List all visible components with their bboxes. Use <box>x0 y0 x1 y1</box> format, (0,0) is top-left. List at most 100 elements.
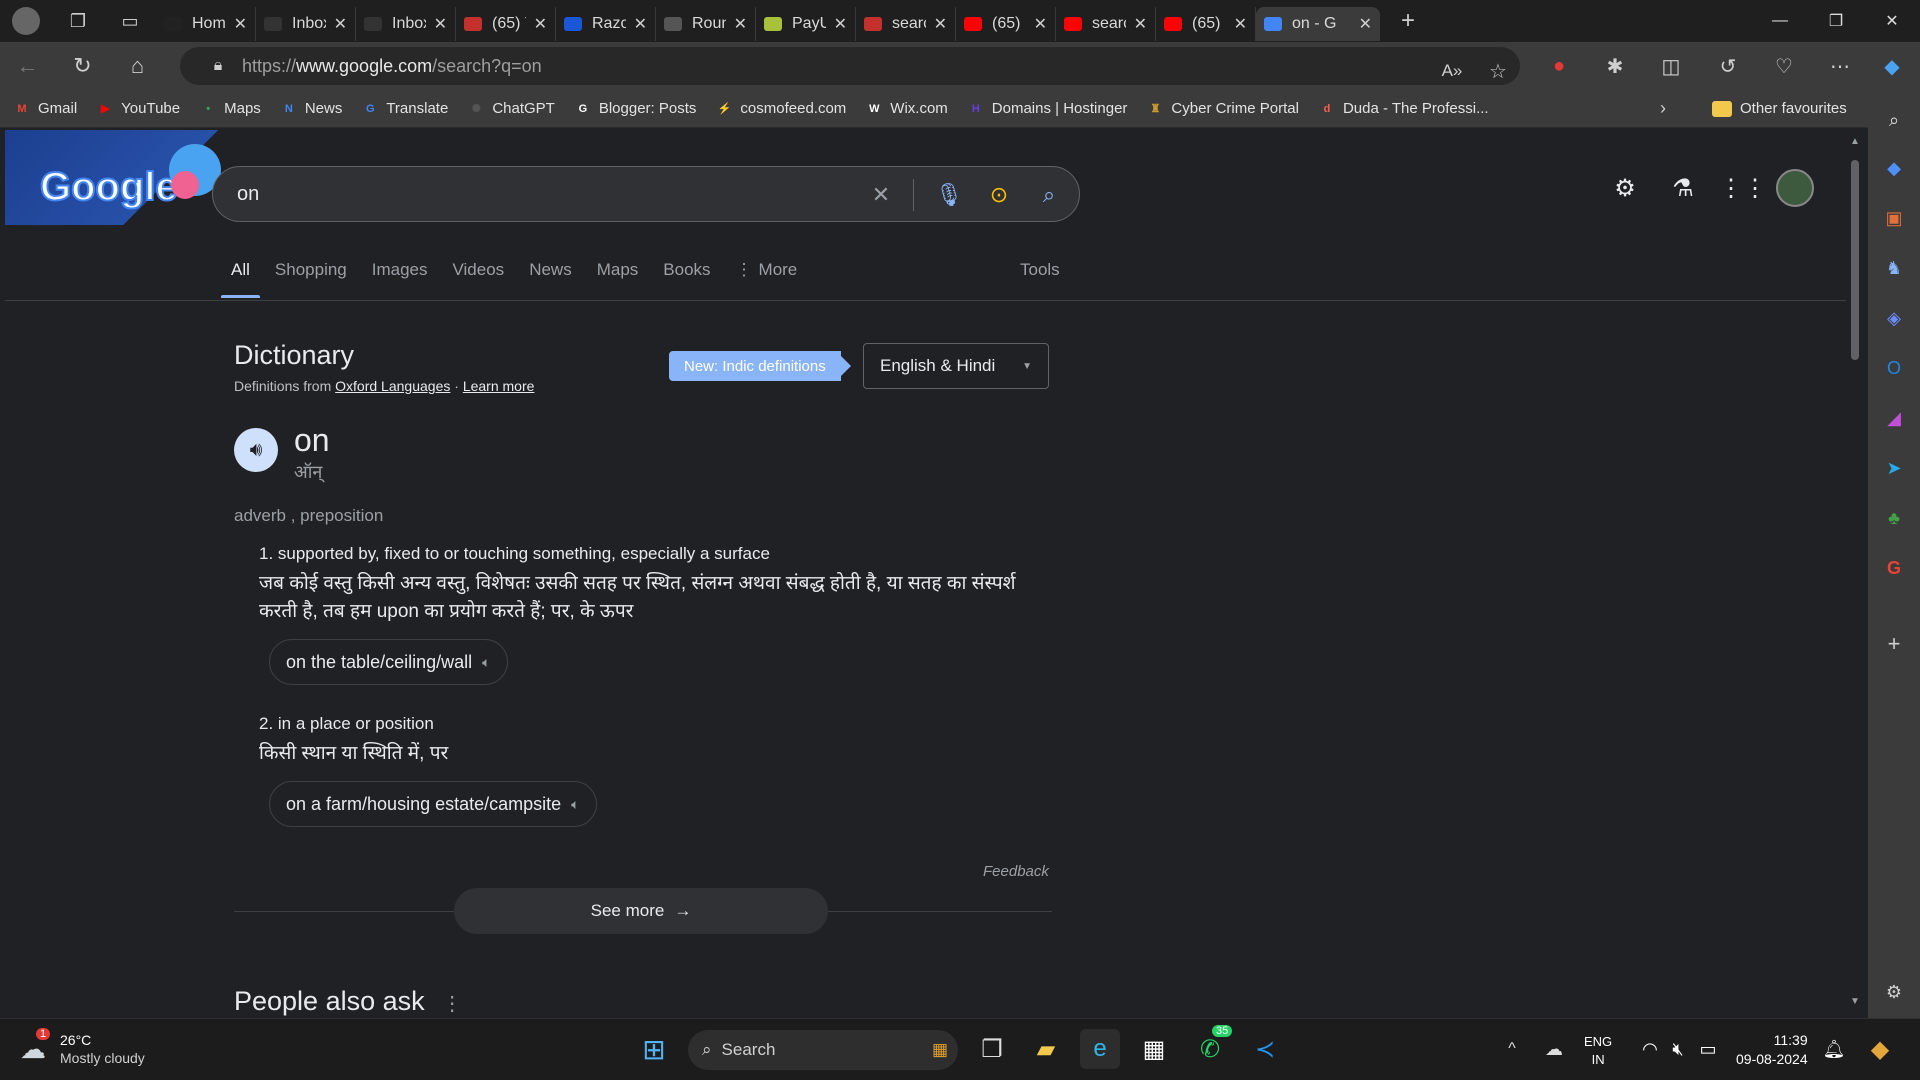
telegram-icon[interactable]: ➤ <box>1880 454 1908 482</box>
close-tab-icon[interactable]: ✕ <box>234 14 247 34</box>
browser-essentials-icon[interactable]: ♡ <box>1762 42 1806 90</box>
tools-button[interactable]: Tools <box>1020 260 1060 280</box>
shopping-tag-icon[interactable]: ◆ <box>1880 154 1908 182</box>
tools-icon[interactable]: ▣ <box>1880 204 1908 232</box>
apps-grid-icon[interactable]: ⋮⋮ <box>1719 168 1767 208</box>
edge-browser-icon[interactable]: e <box>1080 1029 1120 1069</box>
browser-tab[interactable]: (65) D ✕ <box>956 7 1056 41</box>
show-hidden-icons-chevron-icon[interactable]: ^ <box>1492 1029 1532 1069</box>
search-icon[interactable]: ⌕ <box>1880 106 1908 134</box>
task-view-icon[interactable]: ❐ <box>972 1029 1012 1069</box>
tab-all[interactable]: All <box>221 248 260 298</box>
browser-tab[interactable]: Inbox ✕ <box>256 7 356 41</box>
more-options-icon[interactable]: ⋮ <box>442 993 462 1015</box>
tab-images[interactable]: Images <box>372 248 428 292</box>
speaker-icon[interactable]: 🔈︎ <box>571 796 579 813</box>
games-icon[interactable]: ♞ <box>1880 254 1908 282</box>
example-1[interactable]: on the table/ceiling/wall 🔈︎ <box>269 639 508 685</box>
pronunciation-speaker-button[interactable]: 🔊︎ <box>234 428 278 472</box>
history-icon[interactable]: ↺ <box>1706 42 1750 90</box>
home-button[interactable]: ⌂ <box>110 42 165 90</box>
browser-tab[interactable]: Razorp ✕ <box>556 7 656 41</box>
close-tab-icon[interactable]: ✕ <box>1034 14 1047 34</box>
tab-maps[interactable]: Maps <box>597 248 639 292</box>
close-tab-icon[interactable]: ✕ <box>1134 14 1147 34</box>
browser-tab[interactable]: (65) M ✕ <box>1156 7 1256 41</box>
bookmark-item[interactable]: d Duda - The Professi... <box>1319 100 1489 117</box>
browser-tab[interactable]: PayU / ✕ <box>756 7 856 41</box>
vscode-icon[interactable]: ≺ <box>1245 1029 1285 1069</box>
browser-tab[interactable]: search ✕ <box>856 7 956 41</box>
lock-icon[interactable]: 🔒︎ <box>198 57 238 75</box>
onedrive-icon[interactable]: ☁ <box>1534 1029 1574 1069</box>
tab-videos[interactable]: Videos <box>453 248 505 292</box>
page-scrollbar[interactable]: ▲ ▼ <box>1846 130 1864 1018</box>
language-select[interactable]: English & Hindi ▼ <box>863 343 1049 389</box>
browser-tab[interactable]: Inbox ✕ <box>356 7 456 41</box>
tree-icon[interactable]: ♣ <box>1880 504 1908 532</box>
split-screen-icon[interactable]: ◫ <box>1649 42 1693 90</box>
settings-gear-icon[interactable]: ⚙ <box>1605 168 1645 208</box>
bookmark-item[interactable]: G Translate <box>362 100 448 117</box>
tab-news[interactable]: News <box>529 248 572 292</box>
outlook-icon[interactable]: O <box>1880 354 1908 382</box>
file-explorer-icon[interactable]: ▰ <box>1026 1029 1066 1069</box>
back-button[interactable]: ← <box>0 42 55 90</box>
tab-more[interactable]: ⋮ More <box>736 248 798 292</box>
bookmark-item[interactable]: W Wix.com <box>866 100 948 117</box>
minimize-button[interactable]: — <box>1752 0 1808 42</box>
browser-tab[interactable]: (65) Yc ✕ <box>456 7 556 41</box>
scroll-thumb[interactable] <box>1851 160 1859 360</box>
designer-icon[interactable]: ◢ <box>1880 404 1908 432</box>
feedback-link[interactable]: Feedback <box>983 863 1049 880</box>
example-2[interactable]: on a farm/housing estate/campsite 🔈︎ <box>269 781 597 827</box>
browser-tab[interactable]: Round ✕ <box>656 7 756 41</box>
add-sidebar-app-icon[interactable]: + <box>1880 630 1908 658</box>
close-tab-icon[interactable]: ✕ <box>534 14 547 34</box>
restore-button[interactable]: ❐ <box>1808 0 1864 42</box>
copilot-taskbar-icon[interactable]: ◆ <box>1860 1029 1900 1069</box>
learn-more-link[interactable]: Learn more <box>463 378 535 394</box>
copilot-app-icon[interactable]: ◈ <box>1880 304 1908 332</box>
bookmark-item[interactable]: • Maps <box>200 100 261 117</box>
avatar[interactable] <box>1775 168 1815 208</box>
clock[interactable]: 11:39 09-08-2024 <box>1736 1031 1808 1069</box>
search-icon[interactable]: ⌕ <box>1031 177 1067 213</box>
refresh-button[interactable]: ↻ <box>55 42 110 90</box>
lens-camera-icon[interactable]: ⊙ <box>981 177 1017 213</box>
scroll-up-arrow-icon[interactable]: ▲ <box>1850 136 1860 147</box>
search-input[interactable]: on <box>237 183 259 206</box>
new-tab-button[interactable]: + <box>1380 0 1436 42</box>
close-tab-icon[interactable]: ✕ <box>334 14 347 34</box>
more-menu-icon[interactable]: ⋯ <box>1818 42 1862 90</box>
bookmark-item[interactable]: G Blogger: Posts <box>575 100 697 117</box>
bookmark-item[interactable]: ✺ ChatGPT <box>468 100 555 117</box>
extensions-puzzle-icon[interactable]: ✱ <box>1593 42 1637 90</box>
clear-icon[interactable]: ✕ <box>863 177 899 213</box>
read-aloud-icon[interactable]: A» <box>1430 47 1474 95</box>
favorite-star-icon[interactable]: ☆ <box>1476 47 1520 95</box>
browser-tab[interactable]: on - G ✕ <box>1256 7 1380 41</box>
labs-flask-icon[interactable]: ⚗ <box>1663 168 1703 208</box>
bookmark-item[interactable]: M Gmail <box>14 100 77 117</box>
close-tab-icon[interactable]: ✕ <box>734 14 747 34</box>
address-bar[interactable]: 🔒︎ https://www.google.com/search?q=on A»… <box>180 47 1520 85</box>
bookmark-item[interactable]: ♜ Cyber Crime Portal <box>1147 100 1298 117</box>
sidebar-settings-icon[interactable]: ⚙ <box>1880 978 1908 1006</box>
vertical-tabs-icon[interactable]: ▭ <box>104 0 156 42</box>
microsoft-store-icon[interactable]: ▦ <box>1134 1029 1174 1069</box>
bookmark-item[interactable]: ⚡ cosmofeed.com <box>716 100 847 117</box>
bookmark-item[interactable]: ▶ YouTube <box>97 100 180 117</box>
browser-tab[interactable]: search ✕ <box>1056 7 1156 41</box>
see-more-button[interactable]: See more → <box>454 888 828 934</box>
bookmark-item[interactable]: H Domains | Hostinger <box>968 100 1128 117</box>
speaker-icon[interactable]: 🔈︎ <box>482 654 490 671</box>
close-tab-icon[interactable]: ✕ <box>834 14 847 34</box>
microphone-icon[interactable]: 🎙︎ <box>931 177 967 213</box>
close-tab-icon[interactable]: ✕ <box>634 14 647 34</box>
extension-icon[interactable]: ● <box>1537 42 1581 90</box>
tab-books[interactable]: Books <box>663 248 710 292</box>
other-favourites[interactable]: Other favourites <box>1712 100 1847 117</box>
windows-start-icon[interactable]: ⊞ <box>634 1029 674 1069</box>
search-box[interactable]: on ✕ 🎙︎ ⊙ ⌕ <box>212 166 1080 222</box>
